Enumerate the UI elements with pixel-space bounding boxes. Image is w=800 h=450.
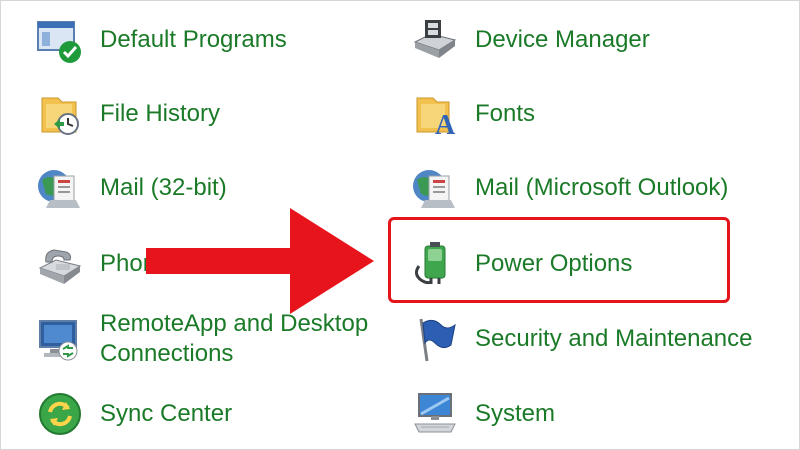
device-manager-icon (413, 20, 457, 58)
sync-center-icon (39, 393, 81, 435)
mail-icon (38, 170, 80, 208)
item-label: Security and Maintenance (475, 325, 753, 352)
item-label: Mail (32-bit) (100, 174, 227, 201)
item-default-programs[interactable]: Default Programs (36, 10, 366, 70)
item-device-manager[interactable]: Device Manager (411, 10, 741, 70)
red-arrow (146, 208, 374, 314)
remoteapp-icon (39, 320, 78, 361)
mail-outlook-icon (413, 170, 455, 208)
system-icon (414, 393, 456, 433)
item-fonts[interactable]: A Fonts (411, 84, 741, 144)
default-programs-icon (37, 21, 81, 63)
item-mail-outlook[interactable]: Mail (Microsoft Outlook) (411, 158, 751, 218)
item-label: System (475, 400, 556, 427)
item-label: Fonts (475, 100, 536, 127)
item-label: Default Programs (100, 26, 287, 53)
item-file-history[interactable]: File History (36, 84, 366, 144)
fonts-icon: A (416, 97, 456, 138)
item-security-maintenance[interactable]: Security and Maintenance (411, 309, 761, 369)
svg-text:A: A (435, 110, 456, 138)
phone-modem-icon (38, 249, 82, 284)
item-system[interactable]: System (411, 384, 741, 444)
item-label: Device Manager (475, 26, 650, 53)
item-label: Sync Center (100, 400, 233, 427)
highlight-box (388, 217, 730, 303)
security-flag-icon (419, 318, 456, 362)
file-history-icon (41, 97, 79, 135)
item-label: File History (100, 100, 221, 127)
item-label: Mail (Microsoft Outlook) (475, 174, 729, 201)
item-sync-center[interactable]: Sync Center (36, 384, 366, 444)
